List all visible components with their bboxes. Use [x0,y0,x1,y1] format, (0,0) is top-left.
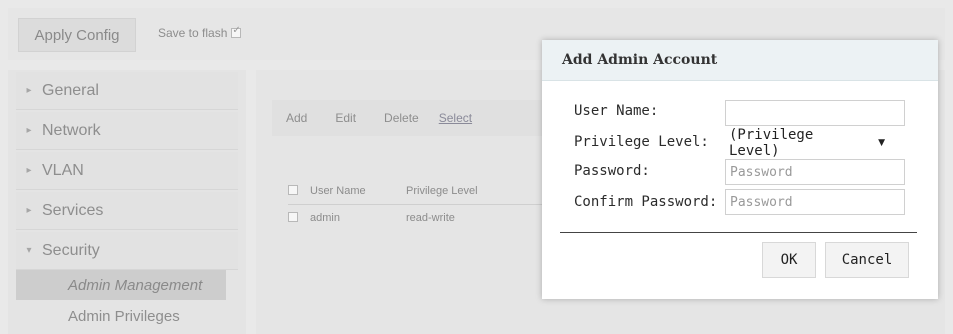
chevron-right-icon: ▸ [26,125,32,136]
privilege-level-label: Privilege Level: [574,134,709,150]
sidebar-item-services[interactable]: ▸ Services [16,192,238,230]
sidebar-item-label: Services [42,201,104,219]
confirm-password-label: Confirm Password: [574,194,718,210]
sidebar: ▸ General ▸ Network ▸ VLAN ▸ Services ▾ … [8,70,246,334]
sidebar-subitem-admin-privileges[interactable]: Admin Privileges [16,301,246,331]
sidebar-item-label: General [42,81,99,99]
sidebar-item-vlan[interactable]: ▸ VLAN [16,152,238,190]
sidebar-subitem-admin-management[interactable]: Admin Management [16,270,226,300]
column-header-privilege-level[interactable]: Privilege Level [406,185,546,197]
column-header-user-name[interactable]: User Name [310,185,406,197]
password-label: Password: [574,163,650,179]
sidebar-subitem-label: Admin Management [68,276,203,294]
edit-button[interactable]: Edit [321,111,370,125]
chevron-right-icon: ▸ [26,165,32,176]
save-to-flash[interactable]: Save to flash [158,25,242,40]
cancel-button[interactable]: Cancel [825,242,909,278]
sidebar-item-network[interactable]: ▸ Network [16,112,238,150]
dialog-divider [560,232,917,233]
add-admin-dialog: Add Admin Account User Name: Privilege L… [542,40,938,299]
password-input[interactable]: Password [725,159,905,185]
confirm-password-placeholder: Password [730,194,793,210]
add-button[interactable]: Add [272,111,321,125]
cell-privilege-level: read-write [406,212,455,224]
chevron-down-icon: ▾ [26,245,32,256]
password-placeholder: Password [730,164,793,180]
sidebar-item-label: Security [42,241,100,259]
privilege-level-value: (Privilege Level) [729,127,814,159]
privilege-level-select[interactable]: (Privilege Level) ▼ [725,127,885,159]
chevron-right-icon: ▸ [26,85,32,96]
dialog-title: Add Admin Account [542,40,938,81]
sidebar-item-label: VLAN [42,161,84,179]
sidebar-item-label: Network [42,121,101,139]
sidebar-item-general[interactable]: ▸ General [16,72,238,110]
dropdown-arrow-icon: ▼ [878,138,885,148]
save-to-flash-checkbox[interactable] [231,25,242,38]
select-link[interactable]: Select [439,111,472,125]
save-to-flash-label: Save to flash [158,26,228,40]
row-checkbox[interactable] [288,211,298,222]
sidebar-subitem-label: Admin Privileges [68,307,180,325]
chevron-right-icon: ▸ [26,205,32,216]
cell-user-name: admin [310,212,340,224]
confirm-password-input[interactable]: Password [725,189,905,215]
delete-button[interactable]: Delete [370,111,433,125]
sidebar-item-security[interactable]: ▾ Security [16,232,238,270]
username-input[interactable] [725,100,905,126]
username-label: User Name: [574,103,659,119]
select-all-checkbox[interactable] [288,184,298,195]
apply-config-button[interactable]: Apply Config [18,18,136,52]
ok-button[interactable]: OK [762,242,816,278]
